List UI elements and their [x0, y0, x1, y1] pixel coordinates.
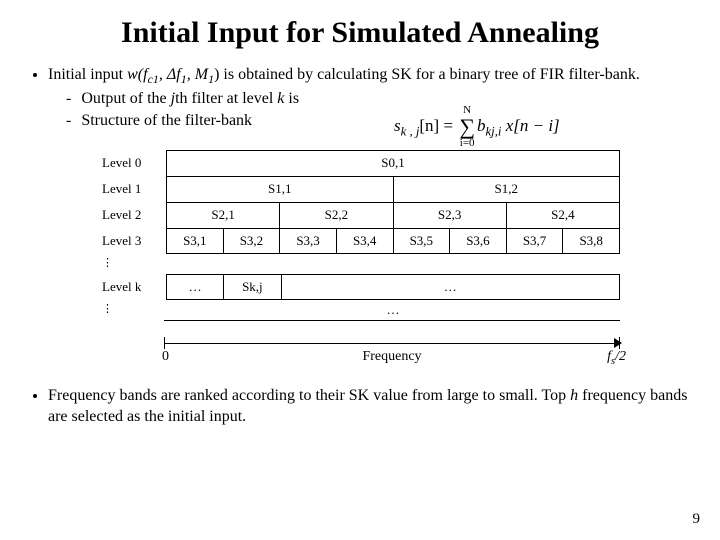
diagram-row-1: Level 1 S1,1 S1,2	[100, 176, 620, 202]
level-label: Level 3	[100, 228, 166, 254]
cell: …	[281, 275, 621, 299]
cell: S2,4	[506, 203, 620, 228]
bullet-2: Frequency bands are ranked according to …	[48, 385, 692, 428]
axis-fs-label: fs/2	[607, 349, 626, 365]
level-label: Level 1	[100, 176, 166, 202]
cell: S3,7	[506, 229, 563, 253]
cell: S3,4	[336, 229, 393, 253]
axis-freq-label: Frequency	[164, 349, 620, 365]
sub-bullet-1: Output of the jth filter at level k is	[66, 88, 692, 110]
cell: S3,2	[223, 229, 280, 253]
page-number: 9	[693, 511, 701, 528]
eq-b: b	[477, 116, 486, 135]
cell: S3,5	[393, 229, 450, 253]
text: Output of the	[81, 90, 170, 107]
cell-label: S0,1	[381, 155, 404, 171]
diagram-row-k: Level k … Sk,j …	[100, 274, 620, 300]
text: ) is obtained by calculating SK for a bi…	[214, 66, 640, 83]
cell: …	[166, 275, 223, 299]
sub: c1	[148, 72, 159, 86]
bullet-1: Initial input w(fc1, Δf1, M1) is obtaine…	[48, 64, 692, 132]
axis-tick	[164, 337, 165, 349]
var-h: h	[570, 387, 578, 404]
eq-sub: k , j	[401, 124, 420, 138]
diagram-row-0: Level 0 S0,1	[100, 150, 620, 176]
cell: S3,3	[279, 229, 336, 253]
bullet-list: Initial input w(fc1, Δf1, M1) is obtaine…	[34, 64, 692, 132]
cell: S2,3	[393, 203, 506, 228]
text: is	[284, 90, 299, 107]
vdots-row-2: ⋮ …	[100, 300, 620, 320]
vdots-icon: ⋮	[100, 300, 166, 320]
diagram-row-2: Level 2 S2,1 S2,2 S2,3 S2,4	[100, 202, 620, 228]
eq-bsub: kj,i	[486, 124, 502, 138]
sigma-icon: ∑	[459, 114, 475, 139]
text: Initial input	[48, 66, 127, 83]
sub-bullets: Output of the jth filter at level k is S…	[66, 88, 692, 132]
text: th filter at level	[175, 90, 277, 107]
text: w(f	[127, 66, 147, 83]
level-label: Level 2	[100, 202, 166, 228]
cell: S3,8	[562, 229, 620, 253]
text: , Δf	[159, 66, 181, 83]
cell: S3,6	[449, 229, 506, 253]
filter-bank-diagram: Level 0 S0,1 Level 1 S1,1 S1,2 Level 2 S…	[100, 150, 620, 363]
cell: S0,1	[166, 151, 620, 176]
sub-bullet-2: Structure of the filter-bank	[66, 110, 692, 132]
eq-x: x[n − i]	[501, 116, 559, 135]
text: Frequency bands are ranked according to …	[48, 387, 570, 404]
page-title: Initial Input for Simulated Annealing	[28, 16, 692, 50]
bullet-list-2: Frequency bands are ranked according to …	[34, 385, 692, 428]
text: , M	[187, 66, 208, 83]
diagram-baseline	[164, 320, 620, 321]
cell: Sk,j	[223, 275, 280, 299]
var-w: w(fc1, Δf1, M1	[127, 66, 214, 83]
vdots-icon: ⋮	[100, 254, 166, 274]
cell: S1,1	[166, 177, 393, 202]
diagram-row-3: Level 3 S3,1 S3,2 S3,3 S3,4 S3,5 S3,6 S3…	[100, 228, 620, 254]
level-label: Level 0	[100, 150, 166, 176]
hdots-icon: …	[166, 302, 620, 318]
equation: sk , j[n] = N∑i=0bkj,i x[n − i]	[394, 105, 560, 149]
arrow-right-icon	[614, 338, 622, 348]
eq-s: s	[394, 116, 401, 135]
vdots-row: ⋮	[100, 254, 620, 274]
cell: S1,2	[393, 177, 621, 202]
frequency-axis: 0 Frequency fs/2	[164, 327, 620, 363]
level-label: Level k	[100, 274, 166, 300]
cell: S3,1	[166, 229, 223, 253]
cell: S2,1	[166, 203, 279, 228]
sum-bot: i=0	[460, 137, 475, 149]
eq-n: [n] =	[419, 116, 457, 135]
sum-icon: N∑i=0	[459, 105, 475, 149]
axis-tick	[619, 337, 620, 349]
axis-line	[164, 343, 620, 344]
cell: S2,2	[279, 203, 392, 228]
